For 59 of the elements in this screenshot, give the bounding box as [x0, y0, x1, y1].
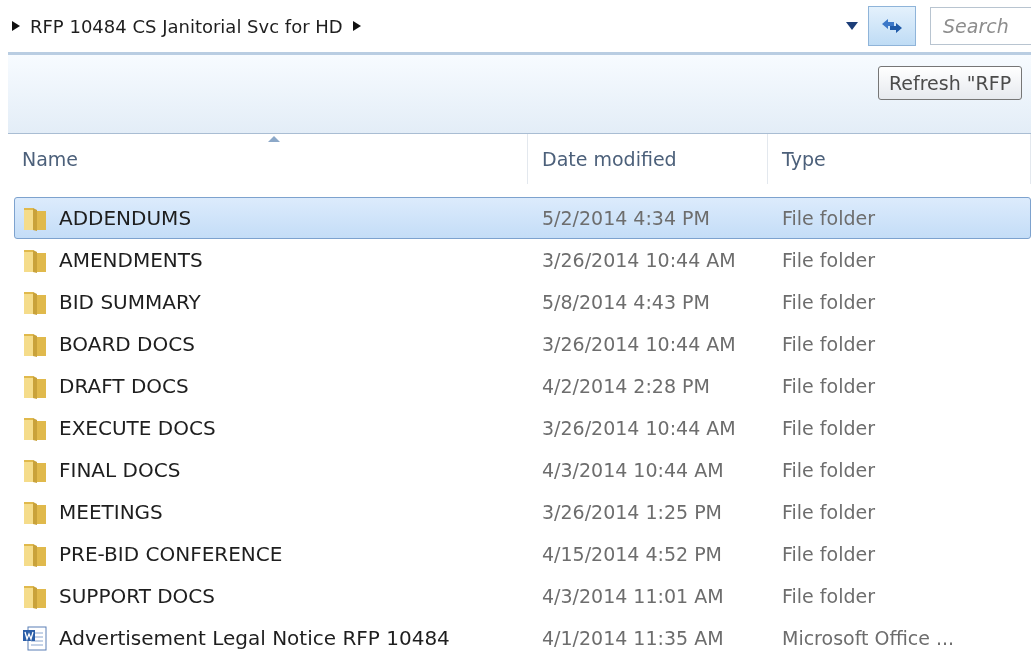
file-row[interactable]: PRE-BID CONFERENCE 4/15/2014 4:52 PM File folder — [14, 533, 1031, 575]
file-name: PRE-BID CONFERENCE — [59, 542, 283, 566]
refresh-arrows-icon — [880, 16, 904, 36]
file-name: FINAL DOCS — [59, 458, 181, 482]
column-label: Name — [22, 148, 79, 170]
column-header[interactable]: Type — [768, 134, 1031, 184]
file-row[interactable]: BOARD DOCS 3/26/2014 10:44 AM File folder — [14, 323, 1031, 365]
dropdown-caret-icon[interactable] — [846, 22, 858, 30]
column-header[interactable]: Date modified — [528, 134, 768, 184]
file-name: AMENDMENTS — [59, 248, 203, 272]
date-modified: 4/3/2014 10:44 AM — [541, 459, 725, 481]
chevron-icon[interactable] — [12, 21, 20, 31]
file-row[interactable]: BID SUMMARY 5/8/2014 4:43 PM File folder — [14, 281, 1031, 323]
breadcrumb-path[interactable]: RFP 10484 CS Janitorial Svc for HD — [30, 15, 343, 37]
column-label: Type — [782, 148, 826, 170]
date-modified: 4/15/2014 4:52 PM — [541, 543, 724, 565]
file-row[interactable]: FINAL DOCS 4/3/2014 10:44 AM File folder — [14, 449, 1031, 491]
word-document-icon — [21, 624, 49, 652]
file-type: File folder — [781, 375, 876, 397]
file-row[interactable]: DRAFT DOCS 4/2/2014 2:28 PM File folder — [14, 365, 1031, 407]
date-modified: 4/3/2014 11:01 AM — [541, 585, 725, 607]
file-type: File folder — [781, 459, 876, 481]
date-modified: 4/1/2014 11:35 AM — [541, 627, 725, 649]
file-type: File folder — [781, 543, 876, 565]
file-row[interactable]: Advertisement Legal Notice RFP 10484 4/1/2014 11:35 AM Microsoft Office ... — [14, 617, 1031, 659]
file-name: MEETINGS — [59, 500, 163, 524]
file-type: File folder — [781, 417, 876, 439]
date-modified: 5/8/2014 4:43 PM — [541, 291, 711, 313]
date-modified: 5/2/2014 4:34 PM — [541, 207, 711, 229]
file-type: File folder — [781, 585, 876, 607]
date-modified: 4/2/2014 2:28 PM — [541, 375, 711, 397]
file-name: Advertisement Legal Notice RFP 10484 — [59, 626, 450, 650]
date-modified: 3/26/2014 10:44 AM — [541, 333, 737, 355]
refresh-button[interactable] — [868, 6, 916, 46]
file-name: BOARD DOCS — [59, 332, 195, 356]
file-name: DRAFT DOCS — [59, 374, 189, 398]
search-field[interactable]: Search — [930, 7, 1031, 45]
file-row[interactable]: ADDENDUMS 5/2/2014 4:34 PM File folder — [14, 197, 1031, 239]
tooltip: Refresh "RFP — [878, 66, 1023, 100]
file-type: File folder — [781, 333, 876, 355]
chevron-icon[interactable] — [352, 21, 361, 31]
date-modified: 3/26/2014 1:25 PM — [541, 501, 724, 523]
file-type: File folder — [781, 291, 876, 313]
file-type: File folder — [781, 207, 876, 229]
file-row[interactable]: SUPPORT DOCS 4/3/2014 11:01 AM File folder — [14, 575, 1031, 617]
column-label: Date modified — [542, 148, 677, 170]
file-row[interactable]: AMENDMENTS 3/26/2014 10:44 AM File folder — [14, 239, 1031, 281]
column-header[interactable]: Name — [8, 134, 528, 184]
date-modified: 3/26/2014 10:44 AM — [541, 249, 737, 271]
file-name: BID SUMMARY — [59, 290, 201, 314]
file-name: ADDENDUMS — [59, 206, 192, 230]
file-name: EXECUTE DOCS — [59, 416, 216, 440]
file-type: File folder — [781, 249, 876, 271]
file-type: File folder — [781, 501, 876, 523]
file-row[interactable]: MEETINGS 3/26/2014 1:25 PM File folder — [14, 491, 1031, 533]
file-row[interactable]: EXECUTE DOCS 3/26/2014 10:44 AM File folder — [14, 407, 1031, 449]
file-type: Microsoft Office ... — [781, 627, 956, 649]
date-modified: 3/26/2014 10:44 AM — [541, 417, 737, 439]
file-name: SUPPORT DOCS — [59, 584, 215, 608]
